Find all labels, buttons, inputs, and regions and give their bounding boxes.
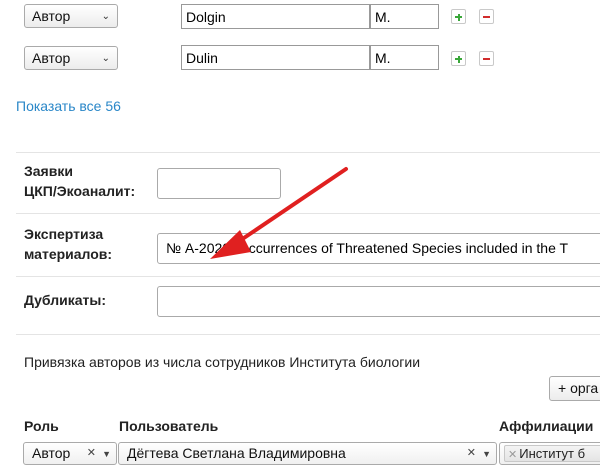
duplicates-label: Дубликаты: — [24, 292, 106, 308]
triangle-down-icon[interactable]: ▼ — [102, 444, 111, 464]
binding-description: Привязка авторов из числа сотрудников Ин… — [24, 354, 421, 370]
field-divider — [16, 276, 600, 277]
binding-user-value: Дёгтева Светлана Владимировна — [127, 445, 346, 461]
affiliation-tag-label: Институт б — [519, 446, 586, 461]
clear-icon[interactable]: ✕ — [87, 443, 96, 464]
column-header-user: Пользователь — [119, 418, 219, 434]
remove-tag-icon[interactable]: ✕ — [508, 449, 517, 461]
binding-affiliation-multiselect[interactable]: ✕ Институт б — [499, 442, 600, 465]
clear-icon[interactable]: ✕ — [467, 443, 476, 464]
binding-user-select[interactable]: Дёгтева Светлана Владимировна ✕ ▼ — [118, 442, 497, 465]
column-header-affiliation: Аффилиации — [499, 418, 594, 434]
annotation-arrow-shaft — [233, 167, 348, 246]
binding-role-value: Автор — [32, 445, 71, 461]
add-organization-button[interactable]: + орга — [549, 376, 600, 401]
binding-role-select[interactable]: Автор ✕ ▼ — [23, 442, 117, 465]
annotation-arrow — [210, 167, 348, 259]
annotation-arrow-head — [210, 230, 251, 259]
triangle-down-icon[interactable]: ▼ — [482, 444, 491, 464]
affiliation-tag[interactable]: ✕ Институт б — [504, 445, 600, 462]
column-header-role: Роль — [24, 418, 59, 434]
section-divider — [16, 334, 600, 335]
duplicates-input[interactable] — [157, 286, 600, 317]
